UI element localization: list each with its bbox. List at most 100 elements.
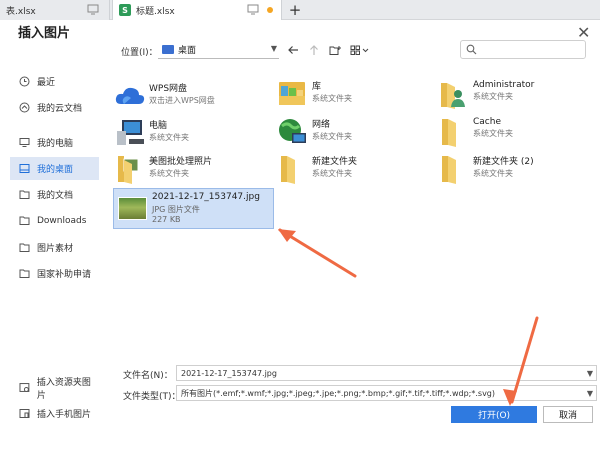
clock-icon xyxy=(19,76,30,87)
folder-icon xyxy=(442,119,456,147)
file-name: 新建文件夹 xyxy=(312,157,358,167)
tab-current-workbook[interactable]: S 标题.xlsx xyxy=(112,0,282,20)
file-type: 双击进入WPS网盘 xyxy=(149,96,215,105)
sidebar-item-my-computer[interactable]: 我的电脑 xyxy=(10,131,99,154)
new-folder-button[interactable] xyxy=(326,41,344,59)
search-icon xyxy=(466,44,477,55)
document-icon xyxy=(19,190,30,199)
resource-folder-icon xyxy=(19,383,30,392)
spreadsheet-icon: S xyxy=(119,4,131,16)
sidebar-item-image-assets[interactable]: 图片素材 xyxy=(10,236,99,259)
view-mode-button[interactable] xyxy=(348,41,372,59)
file-name: Cache xyxy=(473,117,501,127)
insert-resource-folder-button[interactable]: 插入资源夹图片 xyxy=(10,376,99,401)
file-size: 227 KB xyxy=(152,215,181,224)
file-name: 网络 xyxy=(312,120,331,130)
search-input[interactable] xyxy=(460,40,586,59)
grid-view-icon xyxy=(350,45,369,55)
list-item-meitu-photos[interactable]: 美图批处理照片 系统文件夹 xyxy=(113,153,212,185)
file-name: WPS网盘 xyxy=(149,84,188,94)
filetype-select[interactable]: 所有图片(*.emf;*.wmf;*.jpg;*.jpeg;*.jpe;*.pn… xyxy=(176,385,597,401)
filename-value: 2021-12-17_153747.jpg xyxy=(181,368,277,378)
insert-phone-picture-button[interactable]: 插入手机图片 xyxy=(10,402,99,425)
up-button[interactable] xyxy=(305,41,323,59)
computer-icon xyxy=(117,120,144,145)
desktop-icon xyxy=(162,44,174,54)
list-item-library[interactable]: 库 系统文件夹 xyxy=(276,78,352,110)
location-dropdown[interactable]: 桌面 ▼ xyxy=(158,40,279,59)
file-type: 系统文件夹 xyxy=(312,94,352,103)
list-item-cache[interactable]: Cache 系统文件夹 xyxy=(437,116,513,148)
file-type: 系统文件夹 xyxy=(149,169,189,178)
sidebar-item-recent[interactable]: 最近 xyxy=(10,70,99,93)
open-button[interactable]: 打开(O) xyxy=(451,406,537,423)
back-button[interactable] xyxy=(284,41,302,59)
list-item-network[interactable]: 网络 系统文件夹 xyxy=(276,116,352,148)
folder-icon xyxy=(281,156,295,184)
library-icon xyxy=(279,82,305,105)
tab-prev-workbook[interactable]: 表.xlsx xyxy=(0,0,110,20)
file-name: 新建文件夹 (2) xyxy=(473,157,534,167)
new-folder-icon xyxy=(329,45,341,55)
sidebar-item-cloud-docs[interactable]: 我的云文档 xyxy=(10,96,99,119)
folder-icon xyxy=(19,269,30,278)
sidebar-item-desktop[interactable]: 我的桌面 xyxy=(10,157,99,180)
sidebar-item-label: 国家补助申请 xyxy=(37,270,92,280)
list-item-wps-drive[interactable]: WPS网盘 双击进入WPS网盘 xyxy=(113,80,215,112)
file-name: 2021-12-17_153747.jpg xyxy=(152,192,260,202)
user-folder-icon xyxy=(441,83,465,109)
chevron-down-icon: ▼ xyxy=(270,44,277,53)
file-type: 系统文件夹 xyxy=(312,132,352,141)
sidebar-item-label: 最近 xyxy=(37,78,56,88)
sidebar-item-subsidy[interactable]: 国家补助申请 xyxy=(10,262,99,285)
sidebar-item-label: 我的电脑 xyxy=(37,139,74,149)
file-type: 系统文件夹 xyxy=(149,133,189,142)
cloud-drive-icon xyxy=(115,87,145,104)
folder-icon xyxy=(442,156,456,184)
sidebar-item-label: 图片素材 xyxy=(37,244,74,254)
file-name: 美图批处理照片 xyxy=(149,157,213,167)
file-type: JPG 图片文件 xyxy=(152,205,200,214)
file-type: 系统文件夹 xyxy=(473,169,513,178)
chevron-down-icon: ▼ xyxy=(586,389,593,398)
file-type: 系统文件夹 xyxy=(473,92,513,101)
file-name: 库 xyxy=(312,82,322,92)
chevron-down-icon[interactable]: ▼ xyxy=(587,369,593,378)
sidebar-item-my-documents[interactable]: 我的文档 xyxy=(10,183,99,206)
tab-label: 标题.xlsx xyxy=(136,6,175,17)
arrow-up-icon xyxy=(310,44,318,55)
location-value: 桌面 xyxy=(178,45,197,56)
cloud-icon xyxy=(19,102,30,113)
list-item-administrator[interactable]: Administrator 系统文件夹 xyxy=(437,79,534,111)
list-item-computer[interactable]: 电脑 系统文件夹 xyxy=(113,117,189,149)
file-name: 电脑 xyxy=(149,121,168,131)
window-icon[interactable] xyxy=(247,4,259,15)
sidebar-item-label: 插入资源夹图片 xyxy=(36,377,91,401)
list-item-new-folder-2[interactable]: 新建文件夹 (2) 系统文件夹 xyxy=(437,153,534,185)
window-icon[interactable] xyxy=(87,4,99,15)
new-tab-button[interactable]: + xyxy=(287,1,303,19)
sidebar-item-label: 插入手机图片 xyxy=(37,410,92,420)
list-item-new-folder[interactable]: 新建文件夹 系统文件夹 xyxy=(276,153,357,185)
folder-icon xyxy=(19,216,30,225)
arrow-left-icon xyxy=(287,46,298,54)
tab-bar: 表.xlsx S 标题.xlsx + xyxy=(0,0,600,20)
filename-input[interactable]: 2021-12-17_153747.jpg ▼ xyxy=(176,365,597,381)
sidebar-item-label: 我的文档 xyxy=(37,191,74,201)
image-thumbnail xyxy=(118,197,147,220)
sidebar-item-downloads[interactable]: Downloads xyxy=(10,209,99,232)
sidebar-item-label: 我的桌面 xyxy=(37,165,74,175)
filetype-value: 所有图片(*.emf;*.wmf;*.jpg;*.jpeg;*.jpe;*.pn… xyxy=(181,388,496,398)
unsaved-dot-icon xyxy=(267,7,273,13)
file-name: Administrator xyxy=(473,80,535,90)
location-label: 位置(I)： xyxy=(121,48,158,58)
network-icon xyxy=(279,119,306,143)
desktop-icon xyxy=(19,164,30,173)
file-type: 系统文件夹 xyxy=(312,169,352,178)
filetype-label: 文件类型(T)： xyxy=(123,392,181,402)
list-item-selected-image[interactable]: 2021-12-17_153747.jpg JPG 图片文件 227 KB xyxy=(113,188,274,229)
photo-folder-icon xyxy=(118,156,139,184)
cancel-button[interactable]: 取消 xyxy=(543,406,593,423)
phone-icon xyxy=(19,409,30,418)
sidebar-item-label: Downloads xyxy=(37,215,87,226)
